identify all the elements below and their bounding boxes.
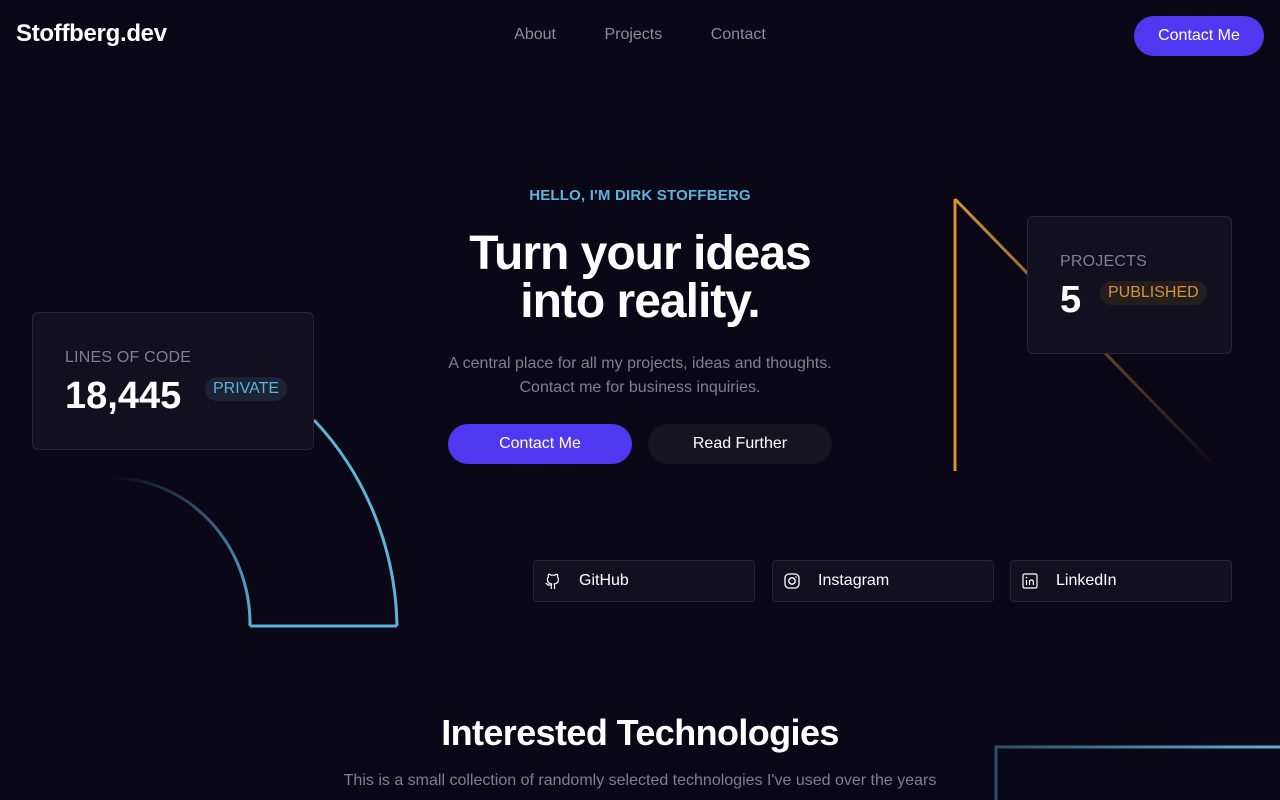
hero-title: Turn your ideas into reality. (340, 230, 940, 326)
projects-value: 5 (1060, 279, 1082, 321)
nav-contact-link[interactable]: Contact (711, 26, 766, 44)
linkedin-icon (1022, 573, 1038, 589)
projects-label: PROJECTS (1060, 253, 1147, 270)
site-logo[interactable]: Stoffberg.dev (16, 20, 167, 48)
github-label: GitHub (579, 572, 629, 589)
hero-title-line-2: into reality. (520, 275, 760, 328)
nav-projects-link[interactable]: Projects (604, 26, 662, 44)
arc-outer-line (312, 418, 399, 627)
private-badge: PRIVATE (205, 377, 288, 401)
linkedin-label: LinkedIn (1056, 572, 1117, 589)
lines-of-code-value: 18,445 (65, 375, 182, 417)
arc-inner-line (111, 476, 252, 627)
hero-eyebrow: HELLO, I'M DIRK STOFFBERG (529, 187, 751, 204)
github-icon (545, 573, 559, 590)
linkedin-link[interactable]: LinkedIn (1010, 560, 1232, 602)
read-further-button[interactable]: Read Further (648, 424, 832, 464)
hero-contact-button[interactable]: Contact Me (448, 424, 632, 464)
projects-card: PROJECTS 5 PUBLISHED (1027, 216, 1232, 354)
technologies-title: Interested Technologies (441, 712, 839, 753)
instagram-label: Instagram (818, 572, 890, 589)
published-badge: PUBLISHED (1100, 281, 1207, 305)
hero-subtitle: A central place for all my projects, ide… (390, 352, 890, 400)
hero-subtitle-line-2: Contact me for business inquiries. (519, 379, 761, 396)
nav-about-link[interactable]: About (514, 26, 556, 44)
page: Stoffberg.dev About Projects Contact Con… (0, 0, 1280, 800)
instagram-icon (784, 573, 800, 589)
instagram-link[interactable]: Instagram (772, 560, 994, 602)
hero-title-line-1: Turn your ideas (469, 227, 812, 280)
lines-of-code-card: LINES OF CODE 18,445 PRIVATE (32, 312, 314, 450)
lines-of-code-label: LINES OF CODE (65, 349, 192, 366)
header-contact-button[interactable]: Contact Me (1134, 16, 1264, 56)
hero-subtitle-line-1: A central place for all my projects, ide… (448, 355, 832, 372)
github-link[interactable]: GitHub (533, 560, 755, 602)
technologies-subtitle: This is a small collection of randomly s… (343, 772, 937, 789)
